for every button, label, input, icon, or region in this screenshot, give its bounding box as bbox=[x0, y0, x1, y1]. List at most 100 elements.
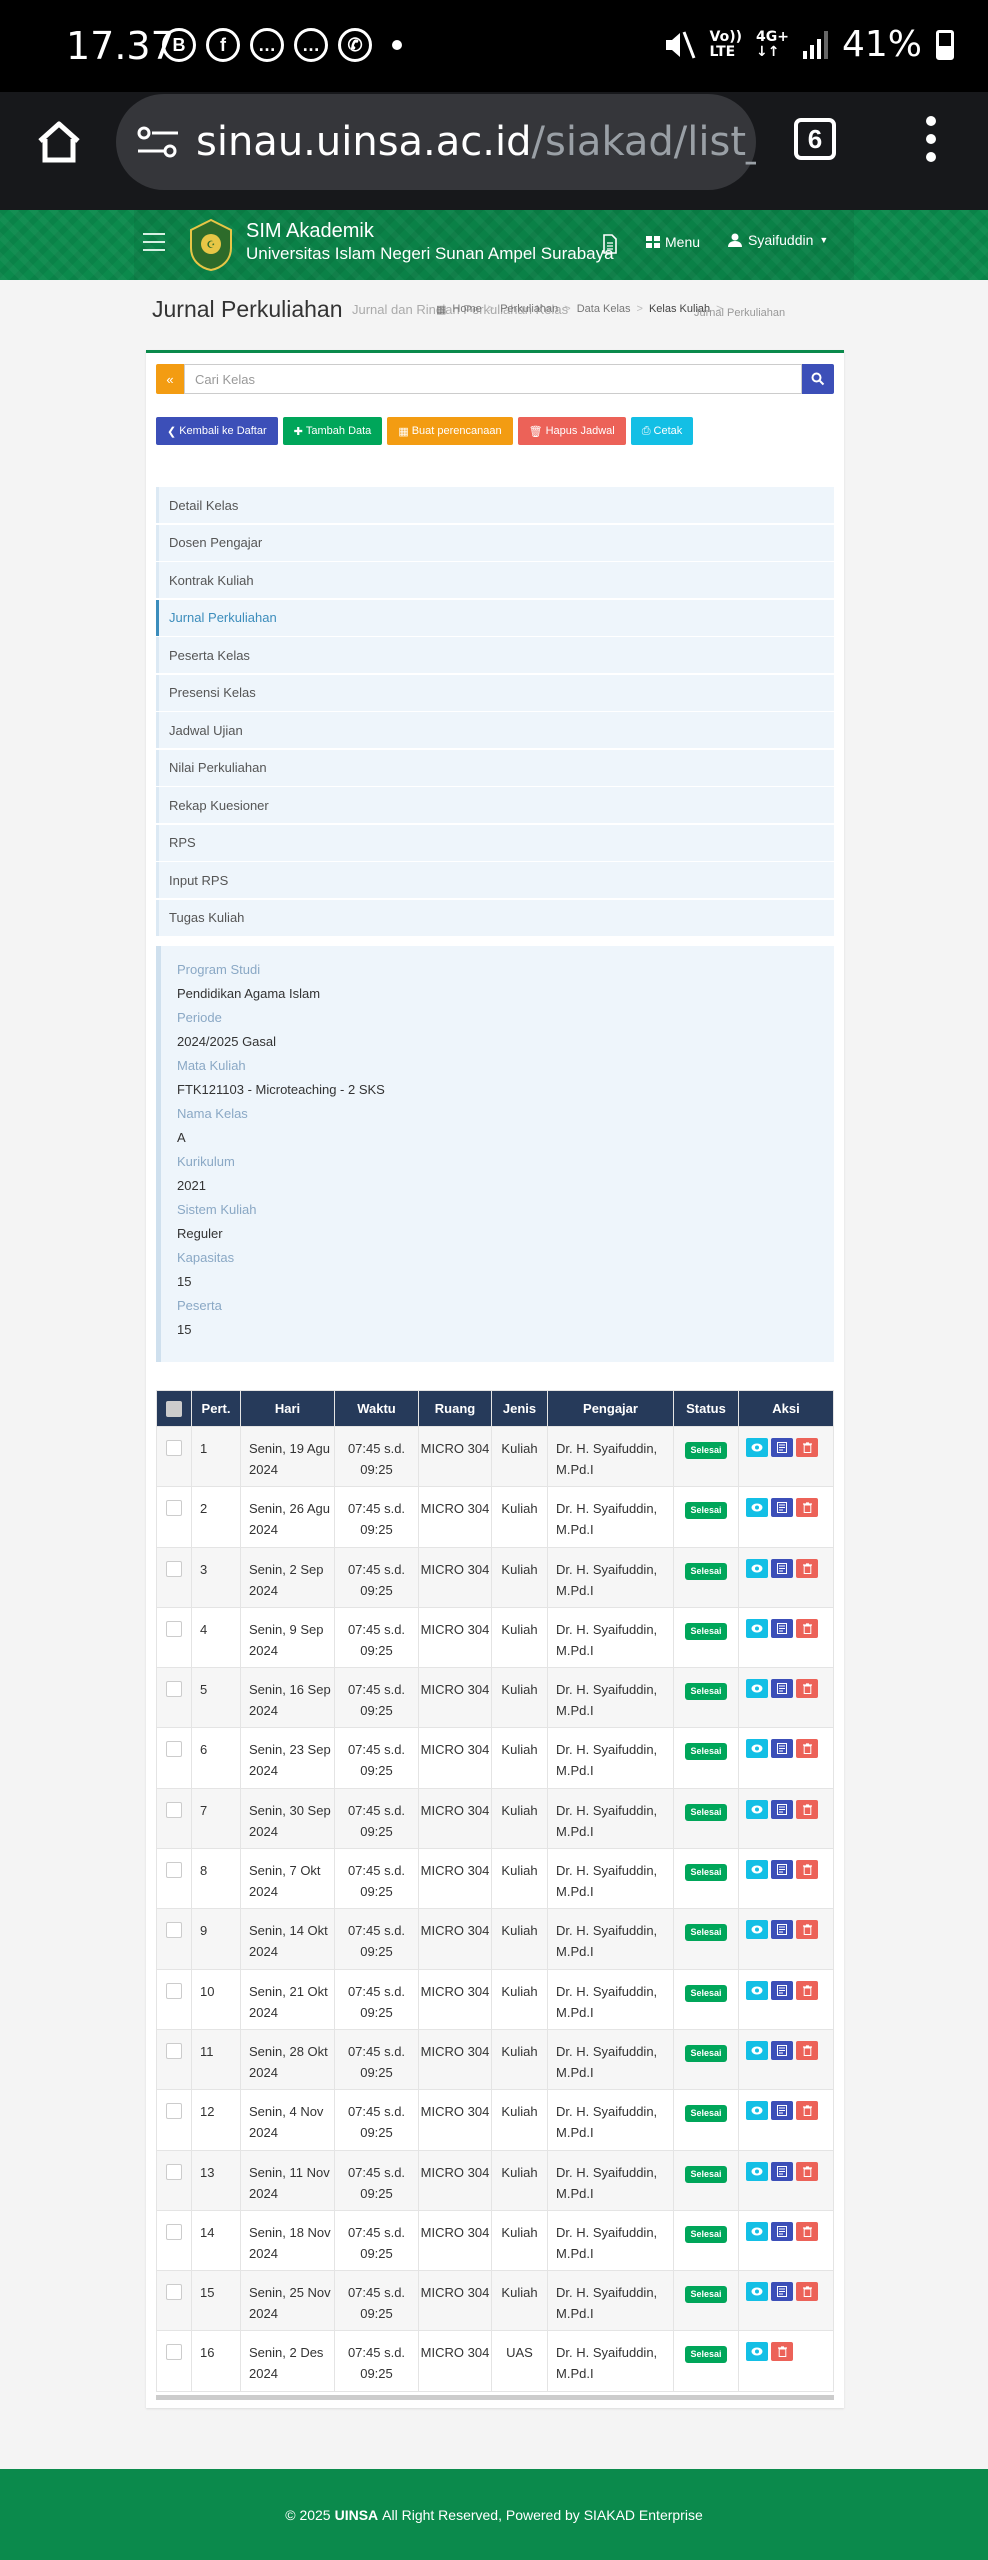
edit-icon[interactable] bbox=[771, 2161, 793, 2181]
address-bar[interactable]: sinau.uinsa.ac.id/siakad/list_per bbox=[116, 94, 756, 190]
row-checkbox[interactable] bbox=[156, 2270, 192, 2332]
edit-icon[interactable] bbox=[771, 2221, 793, 2241]
breadcrumb-data-kelas[interactable]: Data Kelas bbox=[577, 303, 631, 322]
nav-item-jadwal-ujian[interactable]: Jadwal Ujian bbox=[156, 712, 834, 748]
row-checkbox[interactable] bbox=[156, 1908, 192, 1970]
delete-icon[interactable] bbox=[796, 1558, 818, 1578]
row-checkbox[interactable] bbox=[156, 1486, 192, 1548]
nav-item-dosen-pengajar[interactable]: Dosen Pengajar bbox=[156, 524, 834, 561]
view-icon[interactable] bbox=[746, 1438, 768, 1457]
edit-icon[interactable] bbox=[771, 1679, 793, 1699]
delete-icon[interactable] bbox=[796, 2101, 818, 2121]
edit-icon[interactable] bbox=[771, 1980, 793, 2000]
edit-icon[interactable] bbox=[771, 1860, 793, 1880]
nav-item-rps[interactable]: RPS bbox=[156, 824, 834, 861]
delete-icon[interactable] bbox=[796, 1438, 818, 1457]
nav-item-input-rps[interactable]: Input RPS bbox=[156, 862, 834, 898]
breadcrumb-perkuliahan[interactable]: Perkuliahan bbox=[500, 303, 558, 322]
nav-item-detail-kelas[interactable]: Detail Kelas bbox=[156, 487, 834, 523]
view-icon[interactable] bbox=[746, 2040, 768, 2060]
delete-icon[interactable] bbox=[796, 1739, 818, 1759]
row-checkbox[interactable] bbox=[156, 2028, 192, 2091]
row-checkbox[interactable] bbox=[156, 1546, 192, 1608]
view-icon[interactable] bbox=[746, 1739, 768, 1759]
row-checkbox[interactable] bbox=[156, 1848, 192, 1910]
view-icon[interactable] bbox=[746, 1558, 768, 1578]
edit-icon[interactable] bbox=[771, 1920, 793, 1940]
nav-item-nilai-perkuliahan[interactable]: Nilai Perkuliahan bbox=[156, 749, 834, 786]
view-icon[interactable] bbox=[746, 1860, 768, 1880]
edit-icon[interactable] bbox=[771, 1498, 793, 1518]
site-settings-icon[interactable] bbox=[136, 124, 180, 160]
delete-icon[interactable] bbox=[796, 1860, 818, 1880]
menu-button[interactable]: Menu bbox=[646, 234, 700, 250]
delete-icon[interactable] bbox=[796, 1618, 818, 1638]
breadcrumb-home[interactable]: Home bbox=[452, 303, 481, 322]
row-checkbox[interactable] bbox=[156, 2089, 192, 2151]
add-data-button[interactable]: ✚ Tambah Data bbox=[282, 417, 383, 445]
delete-icon[interactable] bbox=[796, 1498, 818, 1518]
nav-item-jurnal-perkuliahan[interactable]: Jurnal Perkuliahan bbox=[156, 599, 834, 636]
browser-menu-icon[interactable] bbox=[926, 116, 936, 170]
edit-icon[interactable] bbox=[771, 1799, 793, 1819]
row-checkbox[interactable] bbox=[156, 2209, 192, 2272]
print-button[interactable]: ⎙ Cetak bbox=[630, 417, 694, 445]
create-plan-button[interactable]: ▦ Buat perencanaan bbox=[387, 417, 513, 445]
row-checkbox[interactable] bbox=[156, 1968, 192, 2030]
nav-item-peserta-kelas[interactable]: Peserta Kelas bbox=[156, 637, 834, 673]
back-arrow-button[interactable]: « bbox=[156, 364, 184, 394]
delete-icon[interactable] bbox=[796, 2040, 818, 2060]
edit-icon[interactable] bbox=[771, 1558, 793, 1578]
view-icon[interactable] bbox=[746, 2282, 768, 2302]
back-to-list-button[interactable]: ❮ Kembali ke Daftar bbox=[156, 417, 278, 445]
edit-icon[interactable] bbox=[771, 1618, 793, 1638]
row-checkbox[interactable] bbox=[156, 2149, 192, 2211]
row-checkbox[interactable] bbox=[156, 1787, 192, 1850]
row-checkbox[interactable] bbox=[156, 1606, 192, 1669]
view-icon[interactable] bbox=[746, 1980, 768, 2000]
delete-icon[interactable] bbox=[796, 1920, 818, 1940]
edit-icon[interactable] bbox=[771, 1739, 793, 1759]
row-checkbox[interactable] bbox=[156, 2330, 192, 2392]
delete-icon[interactable] bbox=[796, 2221, 818, 2241]
delete-icon[interactable] bbox=[796, 1980, 818, 2000]
delete-icon[interactable] bbox=[796, 2282, 818, 2302]
search-input[interactable]: Cari Kelas bbox=[184, 364, 802, 394]
row-checkbox[interactable] bbox=[156, 1425, 192, 1488]
nav-item-rekap-kuesioner[interactable]: Rekap Kuesioner bbox=[156, 787, 834, 823]
delete-icon[interactable] bbox=[796, 1799, 818, 1819]
nav-item-kontrak-kuliah[interactable]: Kontrak Kuliah bbox=[156, 562, 834, 598]
view-icon[interactable] bbox=[746, 2101, 768, 2121]
sidebar-toggle-icon[interactable] bbox=[143, 233, 165, 257]
view-icon[interactable] bbox=[746, 1799, 768, 1819]
view-icon[interactable] bbox=[746, 2221, 768, 2241]
info-label: Periode bbox=[177, 1010, 222, 1025]
delete-icon[interactable] bbox=[796, 1679, 818, 1699]
select-all-checkbox[interactable] bbox=[156, 1390, 192, 1427]
table-scrollbar[interactable] bbox=[156, 2395, 834, 2400]
view-icon[interactable] bbox=[746, 2161, 768, 2181]
edit-icon[interactable] bbox=[771, 2040, 793, 2060]
view-icon[interactable] bbox=[746, 2342, 768, 2362]
view-icon[interactable] bbox=[746, 1498, 768, 1518]
home-icon[interactable] bbox=[34, 117, 84, 167]
user-dropdown[interactable]: Syaifuddin ▼ bbox=[728, 232, 828, 248]
document-icon[interactable] bbox=[602, 234, 618, 254]
view-icon[interactable] bbox=[746, 1618, 768, 1638]
status-badge: Selesai bbox=[685, 1442, 727, 1459]
search-button[interactable] bbox=[802, 364, 834, 394]
tab-switcher-button[interactable]: 6 bbox=[794, 118, 836, 160]
view-icon[interactable] bbox=[746, 1920, 768, 1940]
delete-icon[interactable] bbox=[771, 2342, 793, 2362]
edit-icon[interactable] bbox=[771, 2101, 793, 2121]
nav-item-presensi-kelas[interactable]: Presensi Kelas bbox=[156, 674, 834, 711]
delete-schedule-button[interactable]: 🗑 Hapus Jadwal bbox=[517, 417, 626, 445]
row-checkbox[interactable] bbox=[156, 1727, 192, 1789]
row-checkbox[interactable] bbox=[156, 1667, 192, 1729]
nav-item-tugas-kuliah[interactable]: Tugas Kuliah bbox=[156, 899, 834, 936]
edit-icon[interactable] bbox=[771, 1438, 793, 1457]
edit-icon[interactable] bbox=[771, 2282, 793, 2302]
view-icon[interactable] bbox=[746, 1679, 768, 1699]
cell-jenis: Kuliah bbox=[491, 1848, 548, 1910]
delete-icon[interactable] bbox=[796, 2161, 818, 2181]
